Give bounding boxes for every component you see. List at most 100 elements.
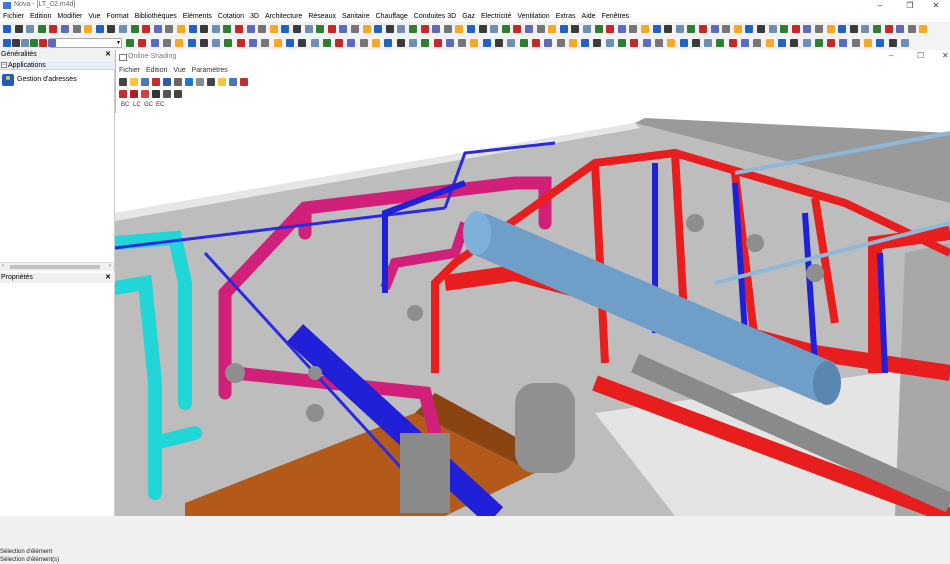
- toolbar-tool-icon[interactable]: [269, 25, 278, 33]
- toolbar-tool-icon[interactable]: [907, 25, 916, 33]
- restore-icon[interactable]: ☐: [917, 51, 924, 60]
- toolbar-tool-icon[interactable]: [839, 39, 848, 47]
- toolbar-tool-icon[interactable]: [873, 25, 881, 33]
- menu-vue[interactable]: Vue: [85, 11, 103, 22]
- shading-tool-icon[interactable]: [185, 78, 193, 86]
- toolbar-tool-icon[interactable]: [919, 25, 928, 33]
- toolbar-tool-icon[interactable]: [455, 25, 464, 33]
- shading-tool-icon[interactable]: [218, 78, 226, 86]
- menu-fenetres[interactable]: Fenêtres: [599, 11, 633, 22]
- toolbar-tool-icon[interactable]: [445, 39, 454, 47]
- child-menu-parametres[interactable]: Paramètres: [189, 66, 231, 75]
- toolbar-tool-icon[interactable]: [687, 25, 696, 33]
- toolbar-tool-icon[interactable]: [617, 25, 626, 33]
- toolbar-tool-icon[interactable]: [896, 25, 905, 33]
- toolbar-tool-icon[interactable]: [310, 39, 319, 47]
- toolbar-tool-icon[interactable]: [443, 25, 452, 33]
- toolbar-tool-icon[interactable]: [780, 25, 789, 33]
- minimize-icon[interactable]: –: [889, 51, 893, 60]
- child-menu-fichier[interactable]: Fichier: [116, 66, 143, 75]
- toolbar-tool-icon[interactable]: [246, 25, 255, 33]
- collapse-icon[interactable]: −: [1, 62, 7, 68]
- toolbar-tool-icon[interactable]: [559, 25, 568, 33]
- toolbar-tool-icon[interactable]: [654, 39, 663, 47]
- minimize-icon[interactable]: –: [866, 0, 894, 11]
- toolbar-tool-icon[interactable]: [753, 39, 762, 47]
- toolbar-tool-icon[interactable]: [48, 39, 56, 47]
- toolbar-tool-icon[interactable]: [95, 25, 104, 33]
- toolbar-tool-icon[interactable]: [733, 25, 742, 33]
- 3d-viewport[interactable]: [115, 113, 950, 516]
- toolbar-tool-icon[interactable]: [642, 39, 651, 47]
- menu-chauffage[interactable]: Chauffage: [373, 11, 411, 22]
- child-menu-edition[interactable]: Edition: [143, 66, 170, 75]
- toolbar-tool-icon[interactable]: [605, 39, 614, 47]
- scroll-left-icon[interactable]: ‹: [2, 263, 4, 269]
- toolbar-tool-icon[interactable]: [583, 25, 591, 33]
- toolbar-tool-icon[interactable]: [757, 25, 765, 33]
- toolbar-tool-icon[interactable]: [568, 39, 577, 47]
- toolbar-tool-icon[interactable]: [495, 39, 503, 47]
- toolbar-tool-icon[interactable]: [606, 25, 615, 33]
- close-icon[interactable]: ✕: [105, 50, 111, 60]
- toolbar-tool-icon[interactable]: [3, 39, 11, 47]
- toolbar-tool-icon[interactable]: [571, 25, 580, 33]
- menu-edition[interactable]: Edition: [27, 11, 54, 22]
- toolbar-tool-icon[interactable]: [519, 39, 528, 47]
- toolbar-tool-icon[interactable]: [347, 39, 356, 47]
- toolbar-tool-icon[interactable]: [593, 39, 602, 47]
- toolbar-tool-icon[interactable]: [507, 39, 516, 47]
- toolbar-tool-icon[interactable]: [888, 39, 897, 47]
- toolbar-tool-icon[interactable]: [12, 39, 20, 47]
- toolbar-tool-icon[interactable]: [815, 25, 823, 33]
- toolbar-tool-icon[interactable]: [765, 39, 774, 47]
- menu-bibliotheques[interactable]: Bibliothèques: [132, 11, 180, 22]
- toolbar-tool-icon[interactable]: [30, 39, 38, 47]
- toolbar-tool-icon[interactable]: [691, 39, 700, 47]
- toolbar-tool-icon[interactable]: [722, 25, 731, 33]
- shading-tool-icon[interactable]: [130, 78, 138, 86]
- toolbar-tool-icon[interactable]: [142, 25, 151, 33]
- toolbar-tool-icon[interactable]: [827, 39, 836, 47]
- horizontal-scrollbar[interactable]: ‹ ›: [0, 262, 114, 271]
- shading-tool-icon[interactable]: [207, 78, 215, 86]
- lod-button-gc[interactable]: GC: [144, 102, 153, 108]
- toolbar-tool-icon[interactable]: [802, 39, 811, 47]
- toolbar-tool-icon[interactable]: [501, 25, 510, 33]
- toolbar-tool-icon[interactable]: [3, 25, 11, 33]
- toolbar-tool-icon[interactable]: [556, 39, 565, 47]
- toolbar-tool-icon[interactable]: [699, 25, 707, 33]
- toolbar-tool-icon[interactable]: [652, 25, 661, 33]
- menu-fichier[interactable]: Fichier: [0, 11, 27, 22]
- toolbar-tool-icon[interactable]: [768, 25, 777, 33]
- shading-tool-icon[interactable]: [119, 90, 127, 98]
- toolbar-tool-icon[interactable]: [826, 25, 835, 33]
- toolbar-tool-icon[interactable]: [531, 39, 540, 47]
- toolbar-tool-icon[interactable]: [150, 39, 159, 47]
- toolbar-tool-icon[interactable]: [249, 39, 257, 47]
- shading-tool-icon[interactable]: [240, 78, 248, 86]
- toolbar-tool-icon[interactable]: [849, 25, 858, 33]
- toolbar-tool-icon[interactable]: [107, 25, 116, 33]
- toolbar-tool-icon[interactable]: [316, 25, 325, 33]
- toolbar-tool-icon[interactable]: [470, 39, 479, 47]
- toolbar-tool-icon[interactable]: [211, 25, 220, 33]
- toolbar-tool-icon[interactable]: [39, 39, 47, 47]
- toolbar-tool-icon[interactable]: [339, 25, 348, 33]
- menu-modifier[interactable]: Modifier: [54, 11, 85, 22]
- toolbar-tool-icon[interactable]: [710, 25, 719, 33]
- toolbar-tool-icon[interactable]: [212, 39, 221, 47]
- toolbar-tool-icon[interactable]: [482, 39, 491, 47]
- toolbar-tool-icon[interactable]: [374, 25, 383, 33]
- toolbar-tool-icon[interactable]: [14, 25, 23, 33]
- toolbar-tool-icon[interactable]: [490, 25, 499, 33]
- menu-aide[interactable]: Aide: [579, 11, 599, 22]
- toolbar-tool-icon[interactable]: [629, 25, 638, 33]
- toolbar-tool-icon[interactable]: [175, 39, 184, 47]
- lod-button-bc[interactable]: BC: [121, 102, 129, 108]
- menu-3d[interactable]: 3D: [247, 11, 262, 22]
- toolbar-tool-icon[interactable]: [385, 25, 394, 33]
- shading-tool-icon[interactable]: [229, 78, 237, 86]
- menu-electricite[interactable]: Electricité: [478, 11, 514, 22]
- toolbar-tool-icon[interactable]: [467, 25, 475, 33]
